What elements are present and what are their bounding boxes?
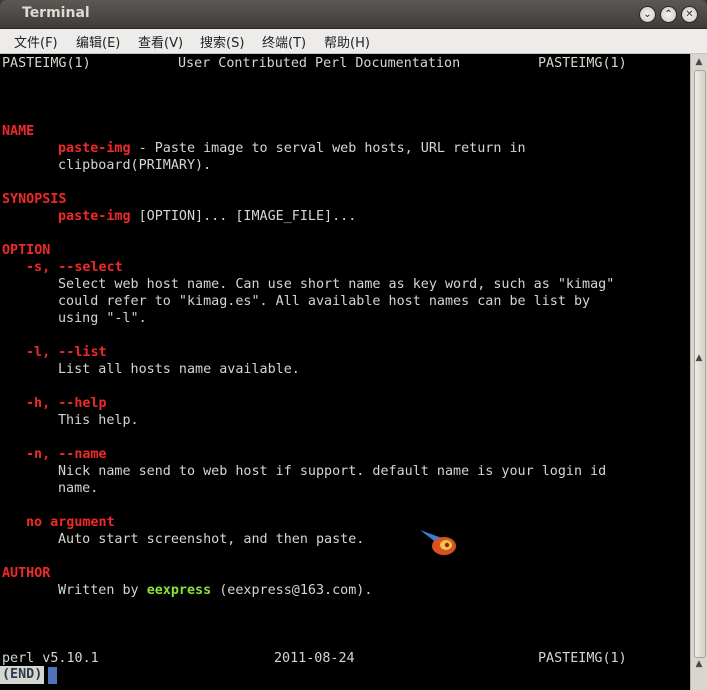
option-no-argument: no argument [26, 515, 115, 530]
window-title: Terminal [22, 5, 90, 21]
option-list-desc: List all hosts name available. [58, 362, 300, 377]
name-command: paste-img [58, 141, 131, 156]
synopsis-line: paste-img [OPTION]... [IMAGE_FILE]... [58, 208, 356, 225]
option-no-argument-desc: Auto start screenshot, and then paste. [58, 532, 365, 547]
section-option-heading: OPTION [2, 243, 51, 258]
synopsis-command: paste-img [58, 209, 131, 224]
man-footer-left: perl v5.10.1 [2, 651, 99, 666]
author-line: Written by eexpress (eexpress@163.com). [58, 582, 372, 599]
author-name: eexpress [146, 583, 212, 598]
pager-end-badge: (END) [0, 666, 45, 684]
option-list: -l, --list [26, 345, 107, 360]
menu-edit[interactable]: 编辑(E) [76, 32, 120, 51]
maximize-button[interactable]: ⌃ [660, 6, 677, 23]
man-footer-center: 2011-08-24 [274, 651, 355, 666]
menu-bar: 文件(F) 编辑(E) 查看(V) 搜索(S) 终端(T) 帮助(H) [0, 29, 707, 54]
option-name-desc-1: Nick name send to web host if support. d… [58, 464, 607, 479]
title-bar[interactable]: Terminal ⌄ ⌃ ✕ [0, 0, 707, 29]
author-prefix: Written by [58, 583, 147, 598]
terminal-output[interactable]: PASTEIMG(1) User Contributed Perl Docume… [0, 54, 690, 690]
option-select-desc-1: Select web host name. Can use short name… [58, 277, 615, 292]
man-header-center: User Contributed Perl Documentation [178, 56, 461, 71]
option-select-desc-3: using "-l". [58, 311, 147, 326]
option-help-desc: This help. [58, 413, 139, 428]
vertical-scrollbar[interactable]: ▲ ▲ ▲ [690, 54, 707, 690]
scroll-up-arrow-icon[interactable]: ▲ [693, 56, 705, 68]
minimize-button[interactable]: ⌄ [639, 6, 656, 23]
option-select-desc-2: could refer to "kimag.es". All available… [58, 294, 591, 309]
scrollbar-thumb[interactable] [694, 70, 706, 658]
name-description: - Paste image to serval web hosts, URL r… [130, 141, 526, 156]
terminal-cursor [48, 667, 57, 684]
terminal-window: Terminal ⌄ ⌃ ✕ 文件(F) 编辑(E) 查看(V) 搜索(S) 终… [0, 0, 707, 690]
menu-view[interactable]: 查看(V) [138, 32, 183, 51]
option-name-desc-2: name. [58, 481, 99, 496]
name-line-1: paste-img - Paste image to serval web ho… [58, 140, 526, 157]
scroll-grip-icon: ▲ [695, 353, 703, 363]
section-synopsis-heading: SYNOPSIS [2, 192, 67, 207]
name-line-2: clipboard(PRIMARY). [58, 158, 212, 173]
option-name: -n, --name [26, 447, 107, 462]
man-header-right: PASTEIMG(1) [538, 56, 627, 71]
man-footer-right: PASTEIMG(1) [538, 651, 627, 666]
menu-search[interactable]: 搜索(S) [200, 32, 244, 51]
option-select: -s, --select [26, 260, 123, 275]
scroll-down-arrow-icon[interactable]: ▲ [693, 658, 705, 670]
section-author-heading: AUTHOR [2, 566, 51, 581]
synopsis-args: [OPTION]... [IMAGE_FILE]... [130, 209, 357, 224]
author-email: (eexpress@163.com). [211, 583, 373, 598]
option-help: -h, --help [26, 396, 107, 411]
menu-terminal[interactable]: 终端(T) [262, 32, 306, 51]
close-button[interactable]: ✕ [681, 6, 698, 23]
man-header-left: PASTEIMG(1) [2, 56, 91, 71]
paste-app-icon[interactable] [418, 526, 458, 558]
section-name-heading: NAME [2, 124, 35, 139]
menu-file[interactable]: 文件(F) [14, 32, 58, 51]
menu-help[interactable]: 帮助(H) [324, 32, 370, 51]
